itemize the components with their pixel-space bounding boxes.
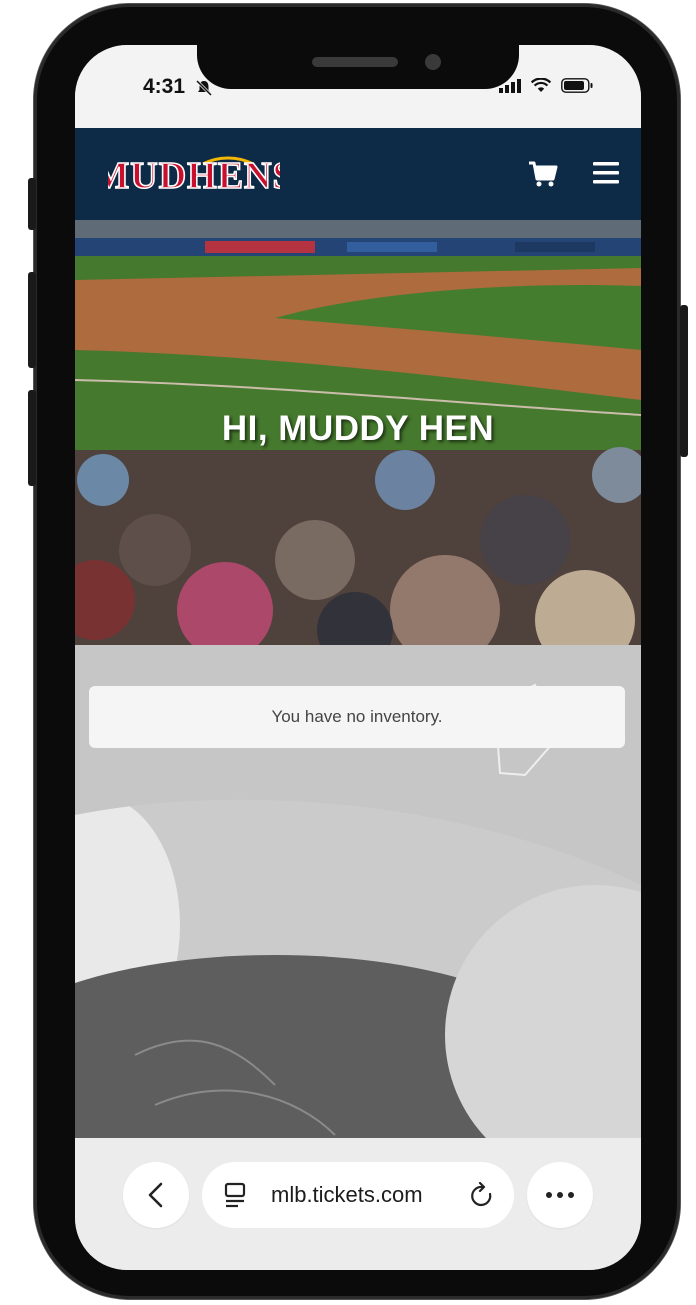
wifi-icon [531, 78, 551, 92]
browser-toolbar: mlb.tickets.com [75, 1138, 641, 1270]
hero-banner: HI, MUDDY HEN [75, 220, 641, 645]
url-text: mlb.tickets.com [271, 1182, 423, 1207]
mudhens-logo[interactable]: MUDHENS [108, 150, 280, 198]
hamburger-menu-icon[interactable] [593, 161, 619, 185]
speaker [312, 57, 398, 67]
reload-icon[interactable] [470, 1182, 494, 1208]
greeting-heading: HI, MUDDY HEN [221, 409, 495, 448]
volume-down-button [28, 390, 36, 486]
reader-view-icon[interactable] [224, 1182, 248, 1208]
cart-icon[interactable] [527, 158, 559, 190]
no-inventory-message: You have no inventory. [89, 686, 625, 748]
more-options-button[interactable] [527, 1162, 593, 1228]
status-time: 4:31 [143, 75, 186, 98]
ellipsis-icon [546, 1192, 574, 1198]
back-button[interactable] [123, 1162, 189, 1228]
inventory-section: You have no inventory. [75, 645, 641, 1138]
svg-text:MUDHENS: MUDHENS [108, 155, 280, 197]
address-bar[interactable]: mlb.tickets.com [202, 1162, 514, 1228]
screen: 4:31 MUDHENS [75, 45, 641, 1270]
battery-icon [561, 78, 593, 93]
chevron-left-icon [148, 1182, 163, 1208]
volume-up-button [28, 272, 36, 368]
power-button [680, 305, 688, 457]
site-header: MUDHENS [75, 128, 641, 220]
camera [425, 54, 441, 70]
side-button [28, 178, 36, 230]
